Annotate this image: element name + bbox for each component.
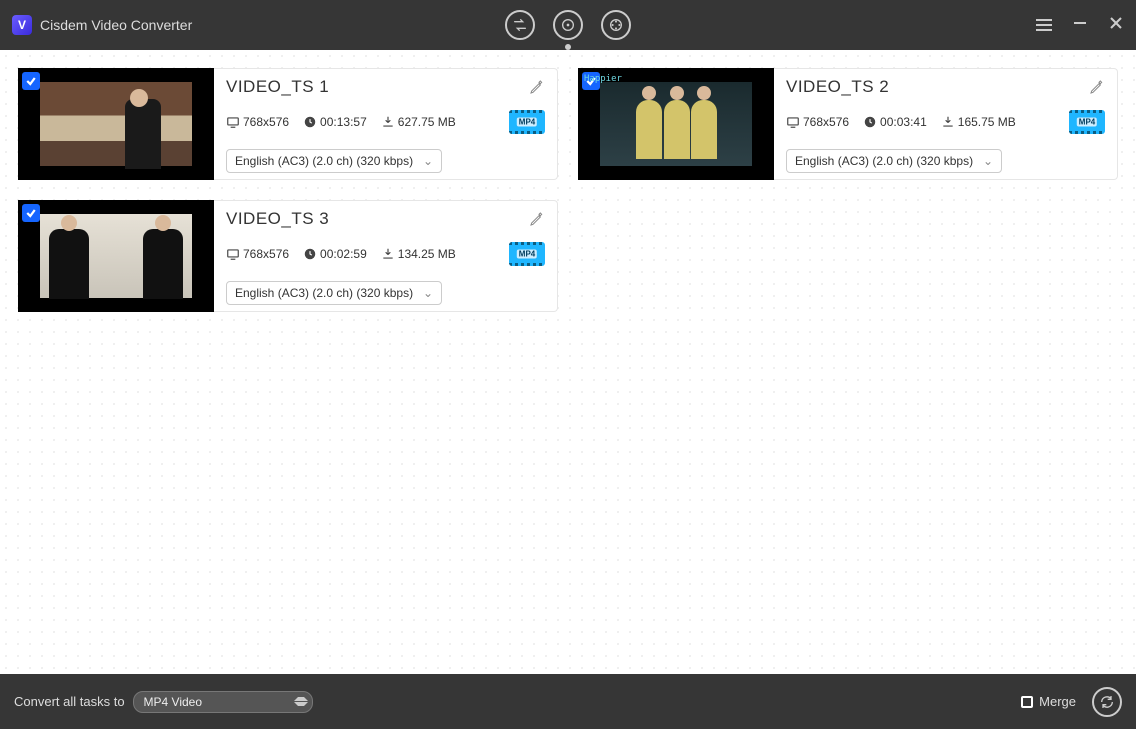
chevron-down-icon: ⌄ xyxy=(423,286,433,300)
resolution-value: 768x576 xyxy=(226,247,289,261)
video-card: Happier VIDEO_TS 2 768x576 00:03:41 165.… xyxy=(578,68,1118,180)
download-size-icon xyxy=(381,247,395,261)
checkbox-icon xyxy=(1021,696,1033,708)
selected-check-icon[interactable] xyxy=(22,204,40,222)
close-button[interactable] xyxy=(1108,15,1124,36)
size-value: 165.75 MB xyxy=(941,115,1016,129)
tab-convert[interactable] xyxy=(505,10,535,40)
film-reel-icon xyxy=(608,17,624,33)
pencil-icon xyxy=(529,79,545,95)
target-format-value: MP4 Video xyxy=(144,695,202,709)
pencil-icon xyxy=(1089,79,1105,95)
convert-arrows-icon xyxy=(512,17,528,33)
resolution-value: 768x576 xyxy=(226,115,289,129)
download-size-icon xyxy=(381,115,395,129)
edit-button[interactable] xyxy=(529,211,545,232)
video-info-panel: VIDEO_TS 2 768x576 00:03:41 165.75 MB MP… xyxy=(774,68,1118,180)
tab-rip-disc[interactable] xyxy=(553,10,583,40)
minimize-button[interactable] xyxy=(1072,15,1088,36)
stepper-icon xyxy=(294,692,308,712)
download-size-icon xyxy=(941,115,955,129)
edit-button[interactable] xyxy=(529,79,545,100)
merge-label: Merge xyxy=(1039,694,1076,709)
duration-value: 00:13:57 xyxy=(303,115,367,129)
audio-track-value: English (AC3) (2.0 ch) (320 kbps) xyxy=(235,154,413,168)
video-thumbnail[interactable] xyxy=(18,68,214,180)
top-tabs xyxy=(505,10,631,40)
video-list: VIDEO_TS 1 768x576 00:13:57 627.75 MB MP… xyxy=(0,50,1136,674)
monitor-icon xyxy=(226,115,240,129)
pencil-icon xyxy=(529,211,545,227)
audio-track-value: English (AC3) (2.0 ch) (320 kbps) xyxy=(795,154,973,168)
clock-icon xyxy=(303,115,317,129)
menu-button[interactable] xyxy=(1036,19,1052,31)
video-info-panel: VIDEO_TS 3 768x576 00:02:59 134.25 MB MP… xyxy=(214,200,558,312)
app-title: Cisdem Video Converter xyxy=(40,17,192,33)
window-controls xyxy=(1036,15,1124,36)
video-meta: 768x576 00:13:57 627.75 MB MP4 xyxy=(226,107,545,137)
video-meta: 768x576 00:02:59 134.25 MB MP4 xyxy=(226,239,545,269)
disc-icon xyxy=(560,17,576,33)
refresh-icon xyxy=(1099,694,1115,710)
clock-icon xyxy=(863,115,877,129)
video-thumbnail[interactable]: Happier xyxy=(578,68,774,180)
video-card: VIDEO_TS 3 768x576 00:02:59 134.25 MB MP… xyxy=(18,200,558,312)
duration-value: 00:03:41 xyxy=(863,115,927,129)
video-title: VIDEO_TS 1 xyxy=(226,77,545,97)
duration-value: 00:02:59 xyxy=(303,247,367,261)
output-format-badge[interactable]: MP4 xyxy=(509,107,545,137)
selected-check-icon[interactable] xyxy=(22,72,40,90)
chevron-down-icon: ⌄ xyxy=(423,154,433,168)
size-value: 627.75 MB xyxy=(381,115,456,129)
output-format-badge[interactable]: MP4 xyxy=(1069,107,1105,137)
chevron-down-icon: ⌄ xyxy=(983,154,993,168)
title-bar: V Cisdem Video Converter xyxy=(0,0,1136,50)
target-format-select[interactable]: MP4 Video xyxy=(133,691,313,713)
thumbnail-overlay-text: Happier xyxy=(584,74,622,84)
convert-all-label: Convert all tasks to xyxy=(14,694,125,709)
video-meta: 768x576 00:03:41 165.75 MB MP4 xyxy=(786,107,1105,137)
merge-checkbox[interactable]: Merge xyxy=(1021,694,1076,709)
video-card: VIDEO_TS 1 768x576 00:13:57 627.75 MB MP… xyxy=(18,68,558,180)
size-value: 134.25 MB xyxy=(381,247,456,261)
video-title: VIDEO_TS 3 xyxy=(226,209,545,229)
resolution-value: 768x576 xyxy=(786,115,849,129)
audio-track-select[interactable]: English (AC3) (2.0 ch) (320 kbps) ⌄ xyxy=(786,149,1002,173)
monitor-icon xyxy=(786,115,800,129)
audio-track-value: English (AC3) (2.0 ch) (320 kbps) xyxy=(235,286,413,300)
bottom-bar: Convert all tasks to MP4 Video Merge xyxy=(0,674,1136,729)
app-logo-icon: V xyxy=(12,15,32,35)
output-format-badge[interactable]: MP4 xyxy=(509,239,545,269)
start-convert-button[interactable] xyxy=(1092,687,1122,717)
audio-track-select[interactable]: English (AC3) (2.0 ch) (320 kbps) ⌄ xyxy=(226,149,442,173)
edit-button[interactable] xyxy=(1089,79,1105,100)
monitor-icon xyxy=(226,247,240,261)
video-thumbnail[interactable] xyxy=(18,200,214,312)
tab-download[interactable] xyxy=(601,10,631,40)
clock-icon xyxy=(303,247,317,261)
video-title: VIDEO_TS 2 xyxy=(786,77,1105,97)
audio-track-select[interactable]: English (AC3) (2.0 ch) (320 kbps) ⌄ xyxy=(226,281,442,305)
video-info-panel: VIDEO_TS 1 768x576 00:13:57 627.75 MB MP… xyxy=(214,68,558,180)
